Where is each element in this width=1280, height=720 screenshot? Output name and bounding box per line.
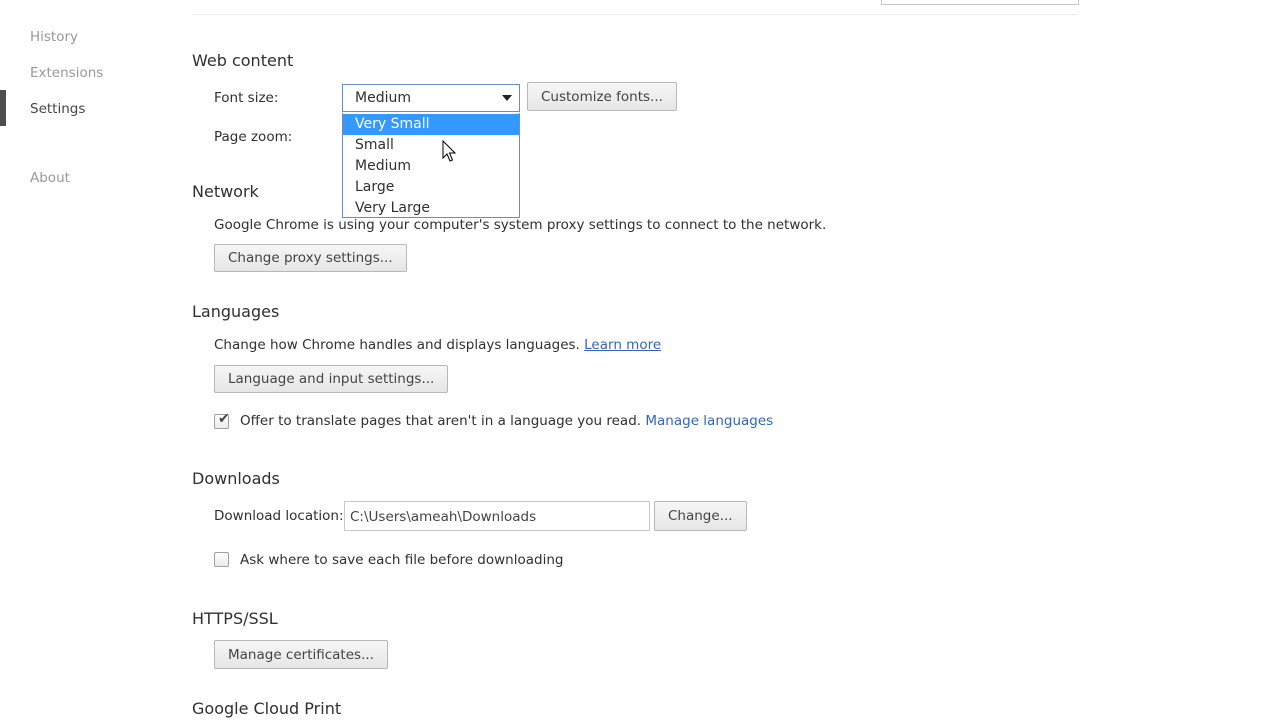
search-settings-input[interactable] [881,0,1079,5]
font-size-option-very-large[interactable]: Very Large [343,198,519,217]
manage-languages-link[interactable]: Manage languages [645,413,773,429]
font-size-option-medium[interactable]: Medium [343,156,519,177]
nav-item-about[interactable]: About [30,170,70,186]
ask-where-to-save-label: Ask where to save each file before downl… [240,552,564,568]
font-size-option-very-small[interactable]: Very Small [343,114,519,135]
learn-more-link[interactable]: Learn more [584,337,661,353]
change-proxy-settings-button[interactable]: Change proxy settings... [214,244,407,272]
section-divider [192,14,1078,15]
download-location-value: C:\Users\ameah\Downloads [350,509,537,525]
mouse-pointer-icon [442,140,457,162]
checkmark-icon: ✔ [218,411,230,427]
download-location-label: Download location: [214,508,344,524]
page-zoom-label: Page zoom: [214,129,293,145]
font-size-select-value: Medium [355,90,411,106]
offer-translate-label: Offer to translate pages that aren't in … [240,413,642,429]
ask-where-to-save-checkbox[interactable] [214,552,229,567]
network-description: Google Chrome is using your computer's s… [214,217,827,233]
section-title-https-ssl: HTTPS/SSL [192,609,278,628]
section-title-google-cloud-print: Google Cloud Print [192,699,342,718]
font-size-option-large[interactable]: Large [343,177,519,198]
section-title-network: Network [192,182,259,201]
section-title-languages: Languages [192,302,280,321]
font-size-select[interactable]: Medium [342,84,520,112]
dropdown-arrow-icon [502,95,512,101]
font-size-dropdown-list[interactable]: Very Small Small Medium Large Very Large [342,113,520,218]
manage-certificates-button[interactable]: Manage certificates... [214,640,388,669]
nav-active-indicator [0,90,6,126]
font-size-option-small[interactable]: Small [343,135,519,156]
customize-fonts-button[interactable]: Customize fonts... [527,82,677,111]
download-location-field[interactable]: C:\Users\ameah\Downloads [344,501,650,531]
offer-translate-row: Offer to translate pages that aren't in … [240,413,773,429]
languages-description-row: Change how Chrome handles and displays l… [214,337,661,353]
nav-item-history[interactable]: History [30,29,78,45]
section-title-downloads: Downloads [192,469,280,488]
offer-translate-checkbox[interactable]: ✔ [214,411,230,429]
nav-item-settings[interactable]: Settings [30,101,85,117]
nav-item-extensions[interactable]: Extensions [30,65,103,81]
font-size-label: Font size: [214,90,279,106]
section-title-web-content: Web content [192,51,294,70]
languages-description: Change how Chrome handles and displays l… [214,337,580,353]
language-input-settings-button[interactable]: Language and input settings... [214,365,449,393]
change-download-location-button[interactable]: Change... [654,501,747,531]
